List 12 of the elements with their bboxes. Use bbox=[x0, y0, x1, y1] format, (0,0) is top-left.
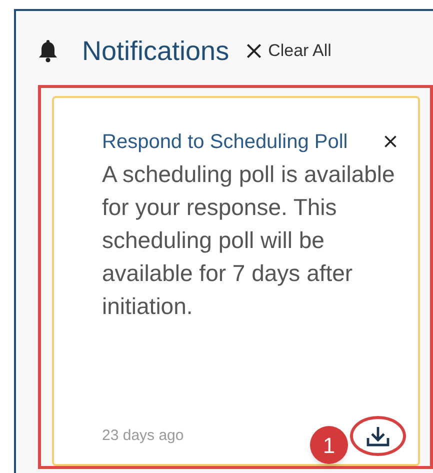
notification-body: A scheduling poll is available for your response. This scheduling poll will be available for 7 days after initiation. bbox=[102, 160, 396, 321]
clear-all-button[interactable]: Clear All bbox=[245, 38, 332, 64]
download-button[interactable] bbox=[350, 416, 406, 456]
callout-badge: 1 bbox=[310, 426, 348, 464]
panel-title: Notifications bbox=[82, 34, 230, 68]
notification-title[interactable]: Respond to Scheduling Poll bbox=[102, 128, 348, 156]
dismiss-button[interactable] bbox=[383, 134, 398, 149]
close-icon bbox=[383, 134, 398, 149]
download-icon bbox=[366, 425, 390, 447]
notification-time: 23 days ago bbox=[102, 426, 184, 446]
bell-icon bbox=[38, 39, 58, 63]
close-icon bbox=[245, 42, 264, 60]
